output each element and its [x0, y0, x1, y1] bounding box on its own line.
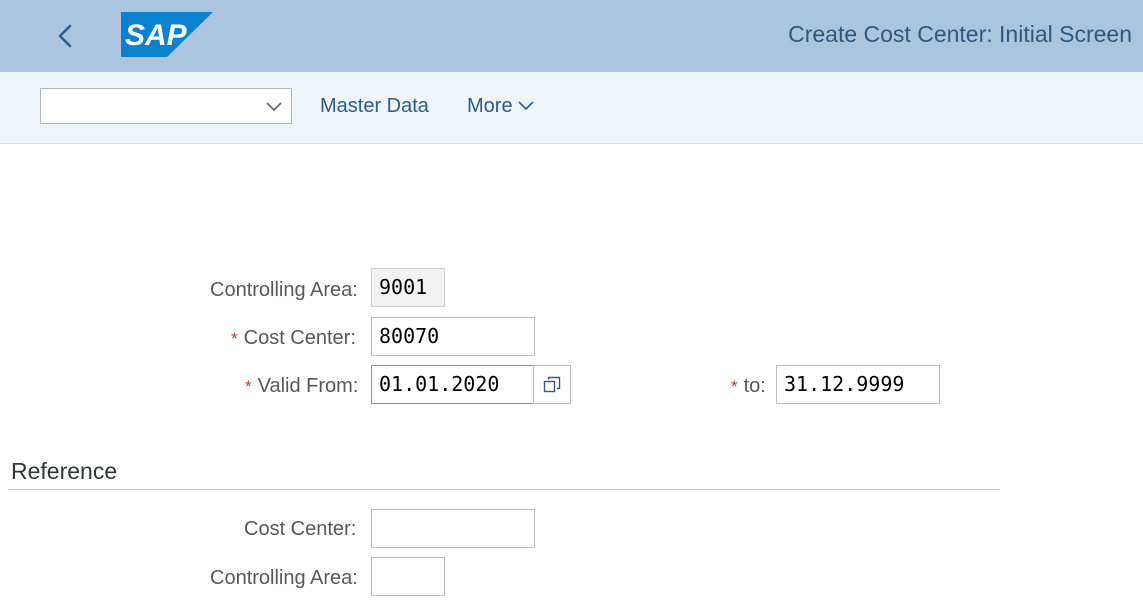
valid-to-label-text: to:	[743, 375, 766, 397]
page-title: Create Cost Center: Initial Screen	[788, 21, 1132, 47]
back-button[interactable]	[46, 16, 86, 56]
chevron-down-icon	[266, 102, 282, 112]
required-marker: *	[731, 377, 738, 396]
valid-to-input[interactable]: 31.12.9999	[776, 365, 940, 404]
toolbar: Master Data More	[0, 72, 1143, 144]
sap-logo: SAP	[121, 12, 213, 57]
required-marker: *	[231, 329, 238, 348]
shell-bar: SAP Create Cost Center: Initial Screen	[0, 0, 1143, 72]
value-help-button[interactable]	[533, 365, 571, 404]
valid-from-label-text: Valid From:	[257, 375, 359, 397]
reference-controlling-area-label: Controlling Area:	[210, 567, 358, 589]
cost-center-label-text: Cost Center:	[243, 327, 356, 349]
more-label: More	[467, 95, 513, 117]
value-help-icon	[543, 376, 561, 393]
reference-controlling-area-input[interactable]	[371, 557, 445, 596]
controlling-area-field: 9001	[371, 268, 445, 307]
required-marker: *	[245, 377, 252, 396]
command-field[interactable]	[40, 88, 292, 124]
valid-to-label: * to:	[731, 375, 766, 398]
master-data-button[interactable]: Master Data	[320, 95, 429, 118]
reference-cost-center-input[interactable]	[371, 509, 535, 548]
reference-cost-center-label: Cost Center:	[244, 518, 357, 540]
controlling-area-label: Controlling Area:	[210, 279, 358, 301]
section-divider	[8, 489, 1000, 490]
more-menu-button[interactable]: More	[467, 95, 535, 118]
valid-from-value: 01.01.2020	[379, 372, 500, 396]
valid-from-input[interactable]: 01.01.2020	[371, 365, 535, 404]
reference-section-title: Reference	[11, 458, 118, 484]
valid-from-label: * Valid From:	[245, 375, 358, 398]
chevron-left-icon	[58, 24, 72, 48]
logo-text: SAP	[125, 19, 188, 52]
cost-center-label: * Cost Center:	[231, 327, 356, 350]
cost-center-input[interactable]: 80070	[371, 317, 535, 356]
chevron-down-icon	[518, 101, 534, 110]
